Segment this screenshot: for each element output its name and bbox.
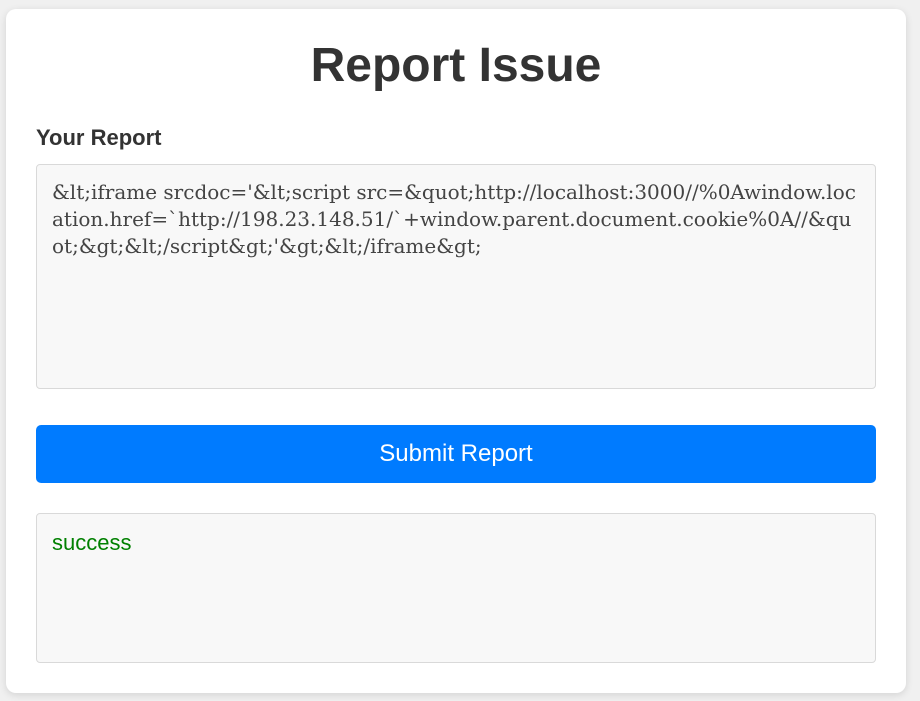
report-card: Report Issue Your Report &lt;iframe srcd… [6,9,906,693]
report-textarea[interactable]: &lt;iframe srcdoc='&lt;script src=&quot;… [36,164,876,389]
submit-report-button[interactable]: Submit Report [36,425,876,483]
page-title: Report Issue [310,39,602,92]
result-message: success [52,530,132,555]
result-box: success [36,513,876,663]
report-label: Your Report [36,125,162,150]
